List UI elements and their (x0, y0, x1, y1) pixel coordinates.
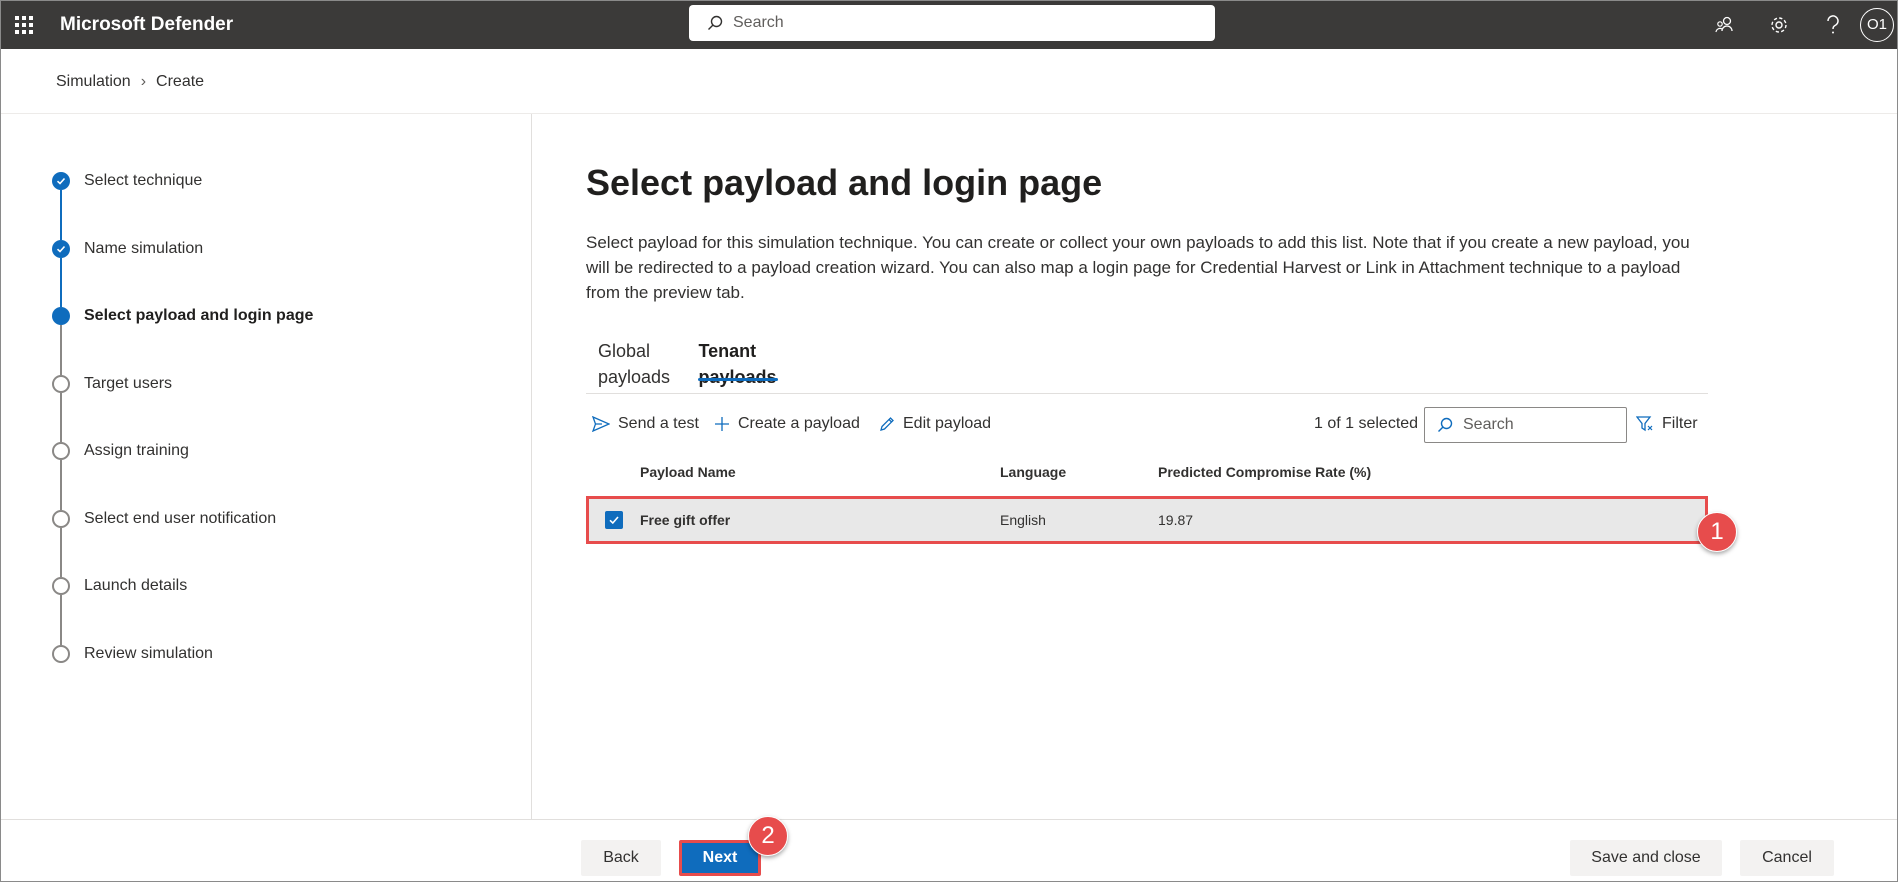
filter-icon (1636, 416, 1653, 432)
create-payload-button[interactable]: Create a payload (714, 403, 860, 445)
step-label: Select technique (84, 172, 203, 189)
table-search-input[interactable]: Search (1424, 407, 1627, 443)
step-assign-training[interactable]: Assign training (52, 442, 313, 510)
filter-button[interactable]: Filter (1636, 403, 1698, 445)
command-bar: Send a test Create a payload Edit payloa… (586, 403, 1708, 445)
breadcrumb-create: Create (156, 73, 205, 90)
wizard-steps: Select technique Name simulation Select … (52, 172, 313, 712)
plus-icon (715, 417, 729, 431)
back-button[interactable]: Back (581, 840, 661, 876)
step-label: Name simulation (84, 239, 204, 257)
help-button[interactable] (1806, 0, 1860, 49)
language-cell: English (1000, 512, 1046, 528)
edit-payload-button[interactable]: Edit payload (879, 403, 991, 445)
next-button[interactable]: Next (679, 840, 761, 876)
payload-name-cell: Free gift offer (640, 512, 731, 528)
step-label: Select payload and login page (84, 307, 314, 324)
page-title: Select payload and login page (586, 162, 1103, 203)
step-target-users[interactable]: Target users (52, 374, 313, 442)
app-title[interactable]: Microsoft Defender (60, 14, 233, 36)
step-complete-icon (52, 239, 70, 258)
step-select-technique[interactable]: Select technique (52, 172, 313, 240)
step-connector (60, 392, 62, 442)
global-search-placeholder: Search (733, 14, 784, 31)
breadcrumb: Simulation › Create (56, 73, 204, 91)
step-connector (60, 595, 62, 645)
app-launcher-button[interactable] (0, 0, 48, 49)
row-checkbox[interactable] (605, 511, 623, 529)
send-test-button[interactable]: Send a test (592, 403, 699, 445)
table-search-placeholder: Search (1463, 416, 1514, 433)
step-pending-icon (52, 644, 70, 663)
step-pending-icon (52, 577, 70, 595)
send-test-label: Send a test (618, 415, 699, 432)
step-label: Review simulation (84, 644, 213, 662)
user-avatar[interactable]: O1 (1860, 7, 1894, 42)
checkmark-icon (609, 516, 619, 525)
step-select-payload[interactable]: Select payload and login page (52, 307, 313, 375)
step-connector (60, 190, 62, 240)
step-current-icon (52, 307, 70, 325)
step-connector (60, 325, 62, 375)
tab-global-payloads[interactable]: Global payloads (586, 338, 683, 387)
pencil-icon (880, 417, 894, 431)
step-complete-icon (52, 172, 70, 190)
tab-label: Global payloads (598, 341, 671, 387)
settings-button[interactable] (1752, 0, 1806, 49)
column-header-payload-name[interactable]: Payload Name (640, 455, 736, 489)
step-pending-icon (52, 374, 70, 393)
step-label: Launch details (84, 577, 188, 594)
community-button[interactable] (1698, 0, 1752, 49)
table-row[interactable]: Free gift offer English 19.87 (586, 496, 1708, 544)
waffle-icon (15, 15, 33, 34)
chevron-right-icon: › (140, 73, 147, 90)
step-label: Select end user notification (84, 509, 277, 527)
step-launch-details[interactable]: Launch details (52, 577, 313, 645)
community-icon (1715, 16, 1733, 32)
step-name-simulation[interactable]: Name simulation (52, 239, 313, 307)
step-end-user-notification[interactable]: Select end user notification (52, 509, 313, 577)
step-connector (60, 527, 62, 577)
active-tab-indicator (698, 378, 779, 381)
gear-icon (1771, 16, 1787, 33)
table-header: Payload Name Language Predicted Compromi… (586, 455, 1708, 489)
step-pending-icon (52, 442, 70, 460)
step-pending-icon (52, 509, 70, 528)
compromise-rate-cell: 19.87 (1158, 512, 1194, 528)
selection-count: 1 of 1 selected (1314, 415, 1419, 432)
edit-payload-label: Edit payload (903, 415, 992, 432)
send-icon (592, 416, 610, 432)
global-search-input[interactable]: Search (689, 5, 1215, 41)
search-icon (1438, 417, 1453, 432)
help-icon (1827, 14, 1839, 33)
payload-tabs: Global payloads Tenant payloads (586, 338, 790, 387)
wizard-steps-panel: Select technique Name simulation Select … (0, 114, 532, 819)
annotation-badge-2: 2 (748, 816, 788, 856)
cancel-button[interactable]: Cancel (1740, 840, 1834, 876)
step-review-simulation[interactable]: Review simulation (52, 644, 313, 713)
column-header-language[interactable]: Language (1000, 455, 1066, 489)
column-header-compromise-rate[interactable]: Predicted Compromise Rate (%) (1158, 455, 1371, 489)
step-connector (60, 460, 62, 510)
top-bar: Microsoft Defender Search O1 (0, 0, 1898, 49)
search-icon (708, 15, 723, 30)
filter-label: Filter (1662, 415, 1698, 432)
step-label: Target users (84, 374, 173, 392)
annotation-badge-1: 1 (1697, 512, 1737, 552)
create-payload-label: Create a payload (738, 415, 860, 432)
breadcrumb-simulation[interactable]: Simulation (56, 73, 131, 91)
divider (586, 393, 1708, 394)
page-description: Select payload for this simulation techn… (586, 233, 1690, 302)
step-label: Assign training (84, 442, 189, 459)
divider (0, 819, 1898, 820)
step-connector (60, 257, 62, 307)
save-and-close-button[interactable]: Save and close (1570, 840, 1722, 876)
tab-tenant-payloads[interactable]: Tenant payloads (686, 338, 790, 387)
